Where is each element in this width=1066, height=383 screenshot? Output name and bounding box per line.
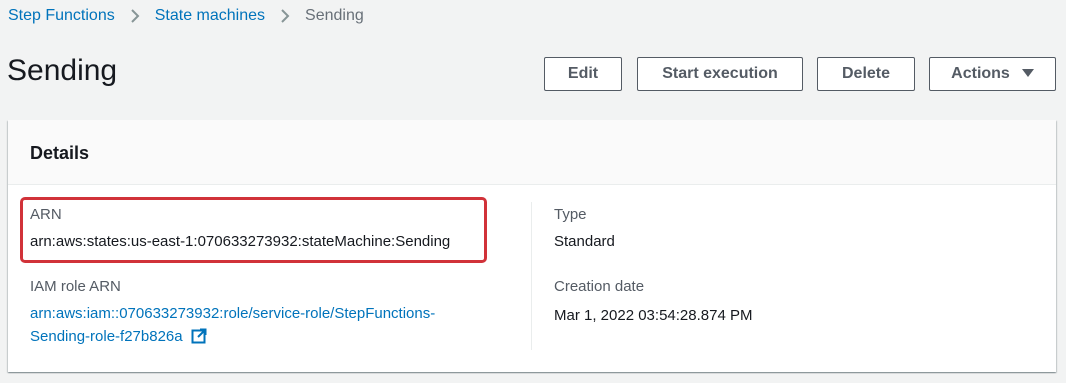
- start-execution-button-label: Start execution: [662, 65, 778, 82]
- start-execution-button[interactable]: Start execution: [637, 57, 803, 91]
- column-divider: [531, 202, 532, 350]
- breadcrumb: Step Functions State machines Sending: [8, 7, 364, 25]
- delete-button-label: Delete: [841, 65, 891, 82]
- type-label: Type: [554, 206, 587, 223]
- delete-button[interactable]: Delete: [817, 57, 915, 91]
- iam-role-arn-link[interactable]: arn:aws:iam::070633273932:role/service-r…: [30, 302, 435, 351]
- breadcrumb-step-functions[interactable]: Step Functions: [8, 7, 115, 25]
- actions-button-label: Actions: [951, 65, 1010, 82]
- arn-highlight-box: [20, 197, 487, 263]
- page-title: Sending: [7, 54, 118, 87]
- chevron-right-icon: [280, 9, 290, 23]
- chevron-right-icon: [130, 9, 140, 23]
- details-panel-header: [8, 120, 1056, 185]
- breadcrumb-current: Sending: [305, 7, 364, 24]
- type-value: Standard: [554, 233, 615, 250]
- creation-date-value: Mar 1, 2022 03:54:28.874 PM: [554, 307, 753, 324]
- iam-role-arn-line2: Sending-role-f27b826a: [30, 328, 183, 345]
- details-title: Details: [30, 143, 90, 163]
- creation-date-label: Creation date: [554, 278, 645, 295]
- iam-role-arn-line1: arn:aws:iam::070633273932:role/service-r…: [30, 305, 436, 322]
- iam-role-arn-label: IAM role ARN: [30, 278, 121, 295]
- caret-down-icon: [1021, 67, 1034, 81]
- edit-button[interactable]: Edit: [544, 57, 622, 91]
- actions-dropdown-button[interactable]: Actions: [929, 57, 1056, 91]
- breadcrumb-state-machines[interactable]: State machines: [155, 7, 265, 25]
- external-link-icon: [191, 328, 207, 351]
- details-panel: Details ARN arn:aws:states:us-east-1:070…: [8, 120, 1056, 372]
- edit-button-label: Edit: [567, 65, 599, 82]
